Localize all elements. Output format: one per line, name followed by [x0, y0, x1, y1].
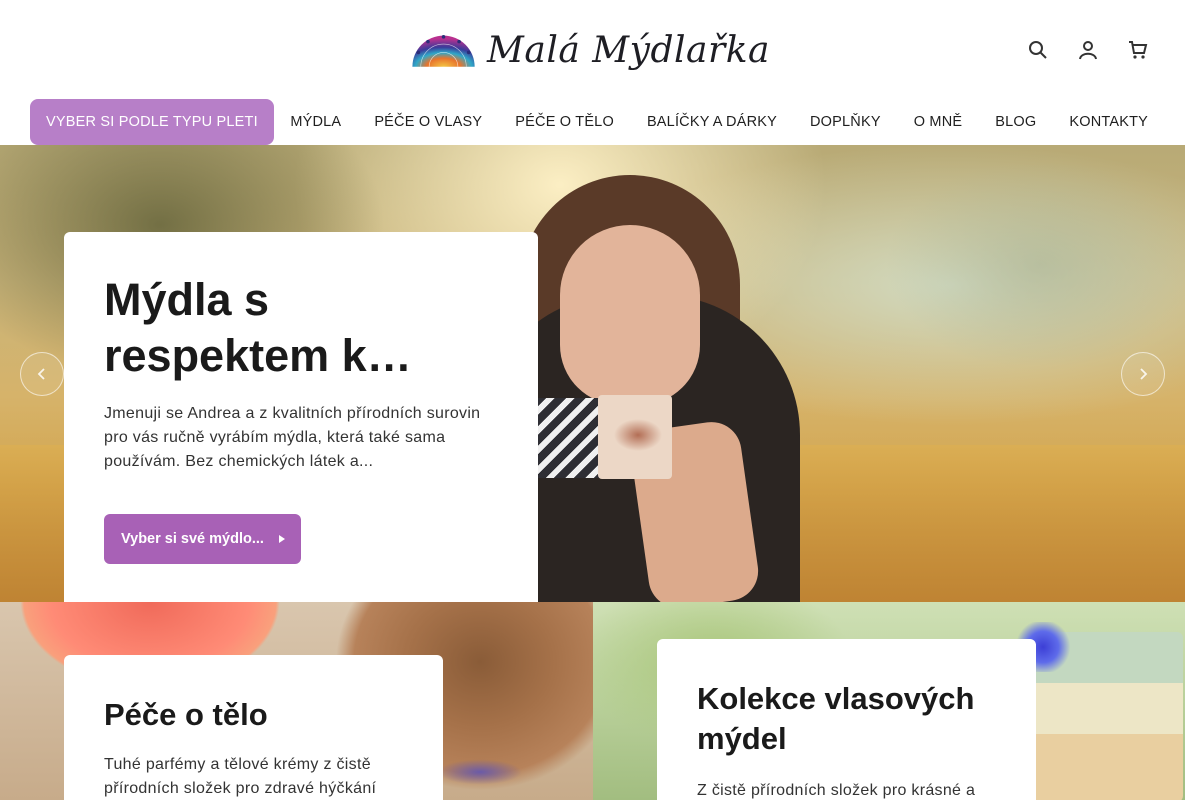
user-icon[interactable]: [1076, 38, 1100, 62]
hero-photo-soap-dark: [535, 398, 605, 478]
hero-photo-soap-light: [598, 395, 672, 479]
hair-soap-title: Kolekce vlasových mýdel: [697, 681, 975, 756]
nav-item-soaps[interactable]: MÝDLA: [274, 99, 358, 145]
chevron-left-icon: [37, 368, 45, 380]
hero-description: Jmenuji se Andrea a z kvalitních přírodn…: [104, 405, 481, 470]
hero-title: Mýdla s respektem k…: [104, 274, 412, 381]
nav-item-blog[interactable]: BLOG: [979, 99, 1053, 145]
nav-item-about[interactable]: O MNĚ: [897, 99, 979, 145]
hair-soap-card[interactable]: Kolekce vlasových mýdel Z čistě přírodní…: [657, 639, 1036, 800]
mandala-logo-icon: [412, 35, 475, 67]
nav-item-gifts[interactable]: BALÍČKY A DÁRKY: [630, 99, 793, 145]
hero-photo-face: [560, 225, 700, 405]
body-care-description: Tuhé parfémy a tělové krémy z čistě přír…: [104, 756, 377, 797]
site-header: Malá Mýdlařka: [0, 0, 1200, 100]
caret-right-icon: [278, 535, 285, 543]
slider-prev-button[interactable]: [20, 352, 64, 396]
header-actions: [1026, 38, 1150, 62]
hero-card: Mýdla s respektem k… Jmenuji se Andrea a…: [64, 232, 538, 602]
site-logo[interactable]: Malá Mýdlařka: [410, 18, 770, 82]
chevron-right-icon: [1140, 368, 1148, 380]
search-icon[interactable]: [1026, 38, 1050, 62]
nav-item-accessories[interactable]: DOPLŇKY: [794, 99, 898, 145]
body-care-title: Péče o tělo: [104, 697, 268, 732]
slider-next-button[interactable]: [1121, 352, 1165, 396]
nav-item-skin-type[interactable]: VYBER SI PODLE TYPU PLETI: [30, 99, 274, 145]
choose-soap-button[interactable]: Vyber si své mýdlo...: [104, 514, 301, 564]
brand-name: Malá Mýdlařka: [487, 29, 770, 71]
main-nav: VYBER SI PODLE TYPU PLETI MÝDLA PÉČE O V…: [0, 99, 1200, 145]
body-care-card[interactable]: Péče o tělo Tuhé parfémy a tělové krémy …: [64, 655, 443, 800]
nav-item-body-care[interactable]: PÉČE O TĚLO: [499, 99, 631, 145]
hair-soap-description: Z čistě přírodních složek pro krásné a: [697, 782, 976, 799]
nav-item-hair-care[interactable]: PÉČE O VLASY: [358, 99, 499, 145]
nav-item-contacts[interactable]: KONTAKTY: [1053, 99, 1165, 145]
cart-icon[interactable]: [1126, 38, 1150, 62]
choose-soap-button-label: Vyber si své mýdlo...: [121, 531, 264, 547]
